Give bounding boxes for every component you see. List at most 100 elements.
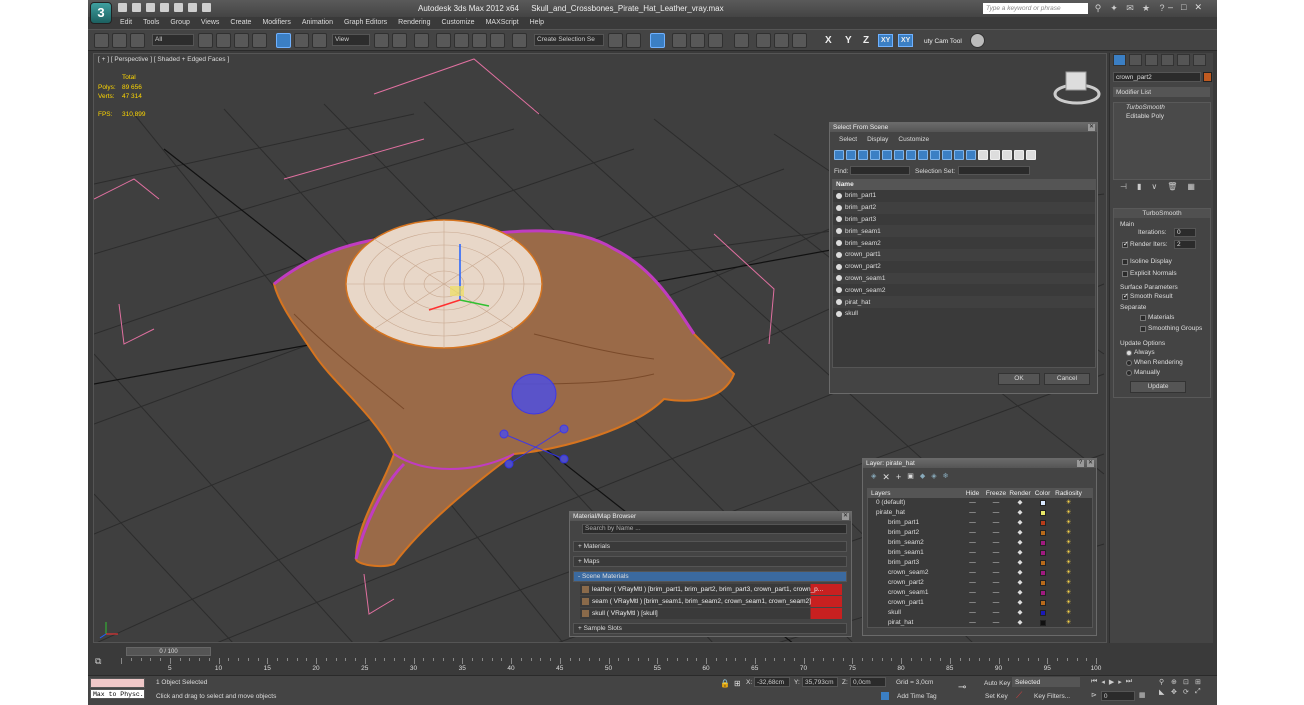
rectangular-selection-icon[interactable] — [234, 33, 249, 48]
key-filters-button[interactable]: Key Filters... — [1034, 693, 1070, 700]
percent-snap-icon[interactable] — [472, 33, 487, 48]
render-setup-icon[interactable] — [756, 33, 771, 48]
radiosity-icon[interactable]: ☀ — [1053, 608, 1084, 618]
layer-name[interactable]: brim_part1 — [868, 518, 961, 528]
freeze-toggle[interactable]: — — [984, 508, 1008, 518]
iterations-spinner[interactable]: 0 — [1174, 228, 1196, 237]
pan-view-icon[interactable]: ✥ — [1171, 688, 1181, 696]
radiosity-icon[interactable]: ☀ — [1053, 538, 1084, 548]
time-configuration-icon[interactable]: ▦ — [1139, 691, 1146, 701]
set-key-icon[interactable]: ⟋ — [1016, 690, 1022, 701]
menu-display[interactable]: Display — [867, 136, 888, 143]
set-key-button[interactable]: Set Key — [985, 693, 1008, 700]
cam-tool-icon[interactable] — [970, 33, 985, 48]
lock-selection-icon[interactable]: 🔒 — [720, 679, 730, 688]
hide-all-icon[interactable]: ◈ — [931, 472, 936, 483]
add-selection-icon[interactable]: + — [896, 472, 901, 483]
col-radiosity[interactable]: Radiosity — [1053, 489, 1084, 498]
color-cell[interactable] — [1032, 528, 1053, 538]
render-toggle-icon[interactable]: ◆ — [1008, 498, 1032, 508]
display-lights-icon[interactable] — [858, 150, 868, 160]
pivot-center-icon[interactable] — [374, 33, 389, 48]
y-coordinate-field[interactable]: 35,793cm — [802, 677, 838, 687]
hide-toggle[interactable]: — — [961, 518, 984, 528]
color-cell[interactable] — [1032, 608, 1053, 618]
select-and-move-icon[interactable] — [276, 33, 291, 48]
menu-customize[interactable]: Customize — [441, 17, 474, 29]
window-crossing-icon[interactable] — [252, 33, 267, 48]
axis-constraint-x[interactable]: X — [825, 35, 832, 46]
freeze-toggle[interactable]: — — [984, 548, 1008, 558]
layer-name[interactable]: brim_seam2 — [868, 538, 961, 548]
hierarchy-tab-icon[interactable] — [1145, 54, 1158, 66]
layer-color-swatch[interactable] — [1039, 600, 1046, 606]
layer-color-swatch[interactable] — [1039, 530, 1046, 536]
render-toggle-icon[interactable]: ◆ — [1008, 528, 1032, 538]
select-all-icon[interactable] — [978, 150, 988, 160]
absolute-mode-icon[interactable]: ⊞ — [734, 679, 741, 688]
layer-row[interactable]: pirate_hat — — ◆ ☀ — [868, 508, 1092, 518]
close-icon[interactable]: ✕ — [842, 513, 849, 520]
curve-editor-icon[interactable] — [690, 33, 705, 48]
favorites-icon[interactable]: ★ — [1141, 3, 1151, 13]
configure-modifier-sets-icon[interactable]: ▦ — [1187, 182, 1195, 191]
color-cell[interactable] — [1032, 568, 1053, 578]
menu-graph-editors[interactable]: Graph Editors — [344, 17, 387, 29]
display-cameras-icon[interactable] — [870, 150, 880, 160]
render-toggle-icon[interactable]: ◆ — [1008, 568, 1032, 578]
scene-object-row[interactable]: brim_part3 — [833, 214, 1095, 226]
close-icon[interactable]: ✕ — [1088, 124, 1095, 131]
undo-icon[interactable] — [160, 3, 169, 12]
layer-row[interactable]: brim_seam1— — ◆ ☀ — [868, 548, 1092, 558]
align-icon[interactable] — [626, 33, 641, 48]
create-layer-icon[interactable]: ◈ — [871, 472, 876, 483]
radiosity-icon[interactable]: ☀ — [1053, 548, 1084, 558]
zoom-all-icon[interactable]: ⊕ — [1171, 678, 1181, 686]
layer-name[interactable]: pirat_hat — [868, 618, 961, 628]
separate-materials-checkbox[interactable] — [1140, 315, 1146, 321]
freeze-toggle[interactable]: — — [984, 538, 1008, 548]
material-search-input[interactable]: Search by Name ... — [582, 524, 847, 534]
freeze-toggle[interactable]: — — [984, 608, 1008, 618]
layer-name[interactable]: crown_seam2 — [868, 568, 961, 578]
render-iters-spinner[interactable]: 2 — [1174, 240, 1196, 249]
highlight-icon[interactable]: ◆ — [920, 472, 925, 483]
layer-row[interactable]: pirat_hat — — ◆ ☀ — [868, 618, 1092, 628]
display-helpers-icon[interactable] — [882, 150, 892, 160]
materials-group[interactable]: + Materials — [573, 541, 847, 552]
freeze-all-icon[interactable]: ❄ — [943, 472, 949, 483]
auto-key-button[interactable]: Auto Key — [984, 680, 1010, 687]
display-xrefs-icon[interactable] — [918, 150, 928, 160]
bind-space-warp-icon[interactable] — [130, 33, 145, 48]
key-mode-dropdown[interactable]: Selected — [1012, 677, 1080, 687]
hide-toggle[interactable]: — — [961, 508, 984, 518]
render-toggle-icon[interactable]: ◆ — [1008, 618, 1032, 628]
mini-curve-editor-icon[interactable]: ⧉ — [95, 656, 109, 668]
explicit-normals-checkbox[interactable] — [1122, 271, 1128, 277]
layer-color-swatch[interactable] — [1039, 560, 1046, 566]
scene-object-row[interactable]: crown_part2 — [833, 261, 1095, 273]
layer-color-swatch[interactable] — [1039, 500, 1046, 506]
layer-name[interactable]: brim_seam1 — [868, 548, 961, 558]
color-cell[interactable] — [1032, 548, 1053, 558]
col-color[interactable]: Color — [1032, 489, 1053, 498]
menu-help[interactable]: Help — [530, 17, 544, 29]
menu-create[interactable]: Create — [230, 17, 251, 29]
time-slider[interactable]: 0 / 100 — [126, 647, 211, 656]
hide-toggle[interactable]: — — [961, 598, 984, 608]
freeze-toggle[interactable]: — — [984, 498, 1008, 508]
freeze-toggle[interactable]: — — [984, 568, 1008, 578]
render-toggle-icon[interactable]: ◆ — [1008, 518, 1032, 528]
previous-frame-icon[interactable]: ◂ — [1101, 678, 1105, 686]
maps-group[interactable]: + Maps — [573, 556, 847, 567]
go-to-start-icon[interactable]: ⏮ — [1091, 678, 1097, 686]
radiosity-icon[interactable]: ☀ — [1053, 508, 1084, 518]
display-geometry-icon[interactable] — [834, 150, 844, 160]
selection-filter-dropdown[interactable]: All — [152, 34, 194, 46]
color-cell[interactable] — [1032, 588, 1053, 598]
close-icon[interactable]: ✕ — [1087, 460, 1094, 467]
maximize-icon[interactable]: □ — [1181, 2, 1186, 13]
viewport-label[interactable]: [ + ] [ Perspective ] [ Shaded + Edged F… — [98, 56, 229, 63]
layer-color-swatch[interactable] — [1039, 520, 1046, 526]
menu-views[interactable]: Views — [201, 17, 220, 29]
